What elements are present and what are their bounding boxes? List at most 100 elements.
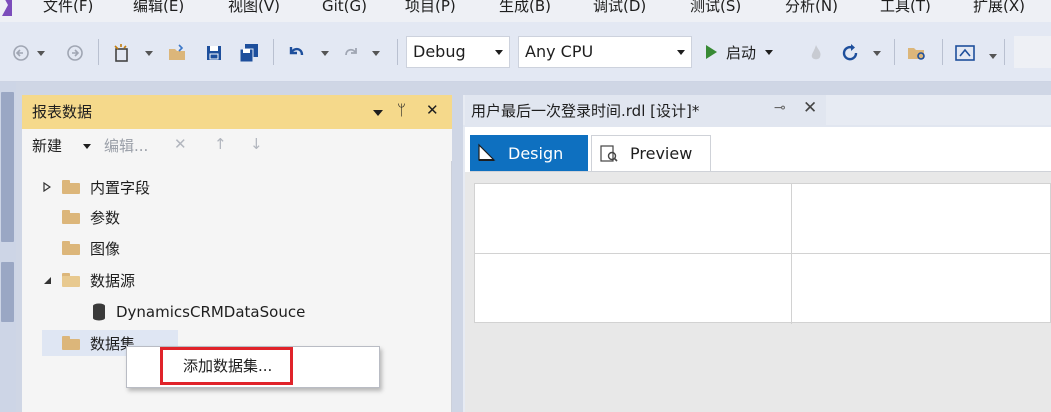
menu-git[interactable]: Git(G) [322, 0, 367, 18]
folder-icon [62, 241, 80, 255]
expand-arrow-icon[interactable] [42, 182, 52, 192]
left-tool-window-strip [0, 82, 16, 412]
window-position-dropdown-icon[interactable] [373, 110, 383, 116]
forward-button[interactable] [64, 42, 86, 64]
forward-icon [67, 45, 83, 61]
menu-extensions[interactable]: 扩展(X) [973, 0, 1025, 18]
play-icon [706, 45, 717, 59]
visual-studio-logo-icon [2, 0, 12, 16]
open-folder-icon [62, 273, 80, 287]
preview-icon [600, 144, 618, 162]
panel-toolbar: 新建 编辑... ✕ ↑ ↓ [22, 129, 452, 161]
collapse-arrow-icon[interactable] [42, 276, 52, 285]
menu-edit[interactable]: 编辑(E) [133, 0, 184, 18]
close-icon[interactable]: ✕ [426, 101, 439, 119]
chevron-down-icon[interactable] [83, 144, 91, 149]
context-menu: 添加数据集... [126, 346, 380, 388]
menu-debug[interactable]: 调试(D) [593, 0, 646, 18]
tree-item-data-source[interactable]: DynamicsCRMDataSouce [92, 299, 305, 325]
report-body-table[interactable] [474, 183, 1051, 324]
refresh-icon [842, 44, 858, 61]
table-column-divider [791, 184, 792, 324]
toolbar-overflow-arrow[interactable] [989, 54, 997, 59]
table-row-divider [475, 253, 1051, 254]
save-icon [207, 46, 221, 60]
add-dataset-menu-item[interactable]: 添加数据集... [160, 347, 293, 385]
solution-configuration-value: Debug [413, 42, 466, 61]
tree-item-label: 内置字段 [90, 178, 151, 197]
menu-bar: 文件(F) 编辑(E) 视图(V) Git(G) 项目(P) 生成(B) 调试(… [0, 0, 1051, 22]
tree-item-label: 数据源 [90, 271, 136, 290]
browser-button[interactable] [952, 42, 978, 64]
refresh-dropdown-arrow[interactable] [873, 51, 881, 56]
solution-configuration-select[interactable]: Debug [406, 36, 510, 68]
menu-test[interactable]: 测试(S) [690, 0, 741, 18]
folder-icon [62, 210, 80, 224]
hot-reload-button[interactable] [806, 42, 826, 64]
menu-build[interactable]: 生成(B) [499, 0, 551, 18]
tree-item-builtin-fields[interactable]: 内置字段 [42, 174, 150, 200]
tab-preview[interactable]: Preview [591, 135, 711, 171]
pin-icon[interactable]: ⊸ [774, 100, 786, 116]
chevron-down-icon[interactable] [765, 49, 774, 55]
start-debugging-button[interactable]: 启动 [706, 36, 774, 68]
solution-platform-value: Any CPU [525, 42, 594, 61]
find-in-files-icon [908, 48, 925, 60]
back-dropdown-arrow[interactable] [37, 51, 45, 56]
new-project-dropdown-arrow[interactable] [145, 51, 153, 56]
toolbar-separator [894, 39, 895, 65]
new-button[interactable]: 新建 [32, 135, 62, 156]
server-explorer-tab[interactable] [1, 92, 14, 242]
document-tab[interactable]: 用户最后一次登录时间.rdl [设计]* ⊸ ✕ [465, 95, 826, 125]
tree-item-data-sources[interactable]: 数据源 [42, 267, 135, 293]
move-up-icon[interactable]: ↑ [214, 135, 227, 153]
document-area: 用户最后一次登录时间.rdl [设计]* ⊸ ✕ Design Preview [463, 95, 1051, 412]
menu-view[interactable]: 视图(V) [228, 0, 280, 18]
new-project-button[interactable] [110, 42, 134, 64]
move-down-icon[interactable]: ↓ [250, 135, 263, 153]
new-project-icon [114, 44, 128, 62]
undo-dropdown-arrow[interactable] [321, 51, 329, 56]
tab-label: Preview [630, 144, 693, 163]
toolbar-separator [942, 39, 943, 65]
menu-file[interactable]: 文件(F) [43, 0, 93, 18]
delete-icon[interactable]: ✕ [174, 135, 187, 153]
tab-design[interactable]: Design [470, 135, 588, 171]
back-button[interactable] [10, 42, 32, 64]
refresh-button[interactable] [838, 42, 862, 64]
menu-analyze[interactable]: 分析(N) [785, 0, 838, 18]
panel-title: 报表数据 [32, 103, 93, 121]
report-designer: Design Preview [465, 127, 1051, 412]
tree-item-images[interactable]: 图像 [42, 235, 120, 261]
browser-window-icon [955, 45, 975, 61]
toolbar-separator [98, 39, 99, 65]
save-all-icon [239, 44, 258, 63]
toolbar-separator [397, 39, 398, 65]
redo-icon [345, 48, 357, 56]
redo-button[interactable] [340, 42, 362, 64]
tab-label: Design [508, 143, 564, 163]
menu-project[interactable]: 项目(P) [405, 0, 456, 18]
start-label: 启动 [726, 43, 757, 62]
redo-dropdown-arrow[interactable] [372, 51, 380, 56]
toolbar-gripper [1004, 39, 1005, 65]
edit-button[interactable]: 编辑... [104, 135, 148, 156]
folder-icon [62, 336, 80, 350]
tree-item-parameters[interactable]: 参数 [42, 204, 120, 230]
open-folder-icon [169, 44, 185, 60]
save-button[interactable] [202, 42, 226, 64]
close-icon[interactable]: ✕ [803, 98, 817, 118]
solution-platform-select[interactable]: Any CPU [518, 36, 692, 68]
undo-button[interactable] [284, 42, 308, 64]
document-tab-title: 用户最后一次登录时间.rdl [设计]* [471, 102, 700, 120]
undo-icon [289, 47, 304, 56]
open-button[interactable] [166, 42, 190, 64]
tree-item-label: DynamicsCRMDataSouce [116, 303, 306, 321]
standard-toolbar: Debug Any CPU 启动 [0, 22, 1051, 82]
find-in-files-button[interactable] [904, 42, 930, 64]
menu-tools[interactable]: 工具(T) [880, 0, 931, 18]
pin-icon[interactable]: ᛘ [397, 101, 406, 119]
save-all-button[interactable] [236, 42, 262, 64]
toolbox-tab[interactable] [1, 262, 14, 322]
toolbar-separator [273, 39, 274, 65]
